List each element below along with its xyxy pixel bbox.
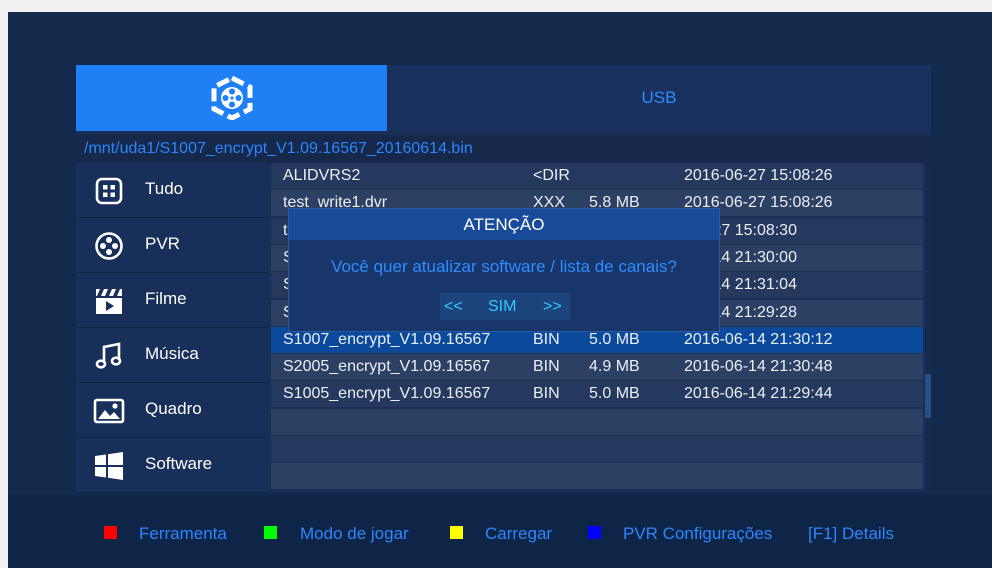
empty-row <box>271 463 923 489</box>
tab-usb-label: USB <box>641 88 677 107</box>
windows-icon <box>92 451 126 481</box>
file-name: S2005_encrypt_V1.09.16567 <box>283 358 491 375</box>
sidebar-item-software[interactable]: Software <box>76 438 269 493</box>
sidebar-item-label: PVR <box>145 234 180 253</box>
file-size: 5.0 MB <box>589 385 640 402</box>
file-name: ALIDVRS2 <box>283 167 361 184</box>
legend-ferramenta[interactable]: Ferramenta <box>139 524 227 544</box>
blue-key-icon <box>588 526 601 539</box>
table-row[interactable]: S2005_encrypt_V1.09.16567 BIN 4.9 MB 2016-0… <box>271 354 923 380</box>
file-name: t <box>283 222 288 239</box>
dialog-message: Você quer atualizar software / lista de … <box>331 257 677 276</box>
clapperboard-icon <box>92 286 126 316</box>
home-logo-tab[interactable] <box>76 65 387 131</box>
file-name: S1005_encrypt_V1.09.16567 <box>283 385 491 402</box>
legend-pvr-configuracoes[interactable]: PVR Configurações <box>623 524 772 544</box>
picture-icon <box>92 396 126 426</box>
sidebar-item-musica[interactable]: Música <box>76 328 269 383</box>
chevron-right-icon[interactable]: >> <box>543 298 562 316</box>
green-key-icon <box>264 526 277 539</box>
reel-gear-logo-icon <box>211 76 252 120</box>
legend-f1-details[interactable]: [F1] Details <box>808 524 894 544</box>
media-browser-panel: USB /mnt/uda1/S1007_encrypt_V1.09.16567_… <box>76 65 931 493</box>
file-date: 2016-06-27 15:08:26 <box>684 167 833 184</box>
sidebar-item-filme[interactable]: Filme <box>76 273 269 328</box>
sim-button[interactable]: SIM <box>488 298 516 316</box>
file-size: 5.0 MB <box>589 331 640 348</box>
file-type: BIN <box>533 358 560 375</box>
sidebar-item-label: Música <box>145 344 199 363</box>
sidebar-item-quadro[interactable]: Quadro <box>76 383 269 438</box>
sidebar-item-label: Filme <box>145 289 187 308</box>
file-date: 2016-06-14 21:29:44 <box>684 385 833 402</box>
confirm-dialog: ATENÇÃO Você quer atualizar software / l… <box>288 208 720 332</box>
dialog-choice-selector[interactable]: << SIM >> <box>440 293 570 320</box>
file-date: 2016-06-14 21:30:48 <box>684 358 833 375</box>
sidebar: Tudo PVR Filme Música Quadro Software <box>76 163 269 493</box>
legend-carregar[interactable]: Carregar <box>485 524 552 544</box>
scrollbar[interactable] <box>925 163 931 492</box>
empty-row <box>271 409 923 435</box>
file-type: BIN <box>533 331 560 348</box>
tab-usb[interactable]: USB <box>387 65 931 131</box>
file-date: 2016-06-14 21:30:12 <box>684 331 833 348</box>
sidebar-item-pvr[interactable]: PVR <box>76 218 269 273</box>
music-note-icon <box>92 341 126 371</box>
file-name: S1007_encrypt_V1.09.16567 <box>283 331 491 348</box>
red-key-icon <box>104 526 117 539</box>
film-reel-icon <box>92 231 126 261</box>
tv-screen: USB /mnt/uda1/S1007_encrypt_V1.09.16567_… <box>8 12 992 568</box>
scrollbar-thumb[interactable] <box>925 374 931 418</box>
file-type: BIN <box>533 385 560 402</box>
sidebar-item-label: Tudo <box>145 179 184 198</box>
table-row[interactable]: ALIDVRS2 <DIR 2016-06-27 15:08:26 <box>271 163 923 189</box>
legend-modo-de-jogar[interactable]: Modo de jogar <box>300 524 409 544</box>
file-size: 4.9 MB <box>589 358 640 375</box>
empty-row <box>271 436 923 462</box>
footer-legend: Ferramenta Modo de jogar Carregar PVR Co… <box>8 495 992 568</box>
table-row[interactable]: S1005_encrypt_V1.09.16567 BIN 5.0 MB 2016-0… <box>271 381 923 407</box>
file-type: <DIR <box>533 167 570 184</box>
dialog-title: ATENÇÃO <box>289 209 719 240</box>
chevron-left-icon[interactable]: << <box>444 298 463 316</box>
path-bar: /mnt/uda1/S1007_encrypt_V1.09.16567_2016… <box>76 135 931 163</box>
yellow-key-icon <box>450 526 463 539</box>
sidebar-item-tudo[interactable]: Tudo <box>76 163 269 218</box>
current-path: /mnt/uda1/S1007_encrypt_V1.09.16567_2016… <box>84 140 473 157</box>
sidebar-item-label: Software <box>145 454 213 473</box>
sidebar-item-label: Quadro <box>145 399 202 418</box>
grid-icon <box>92 176 126 206</box>
